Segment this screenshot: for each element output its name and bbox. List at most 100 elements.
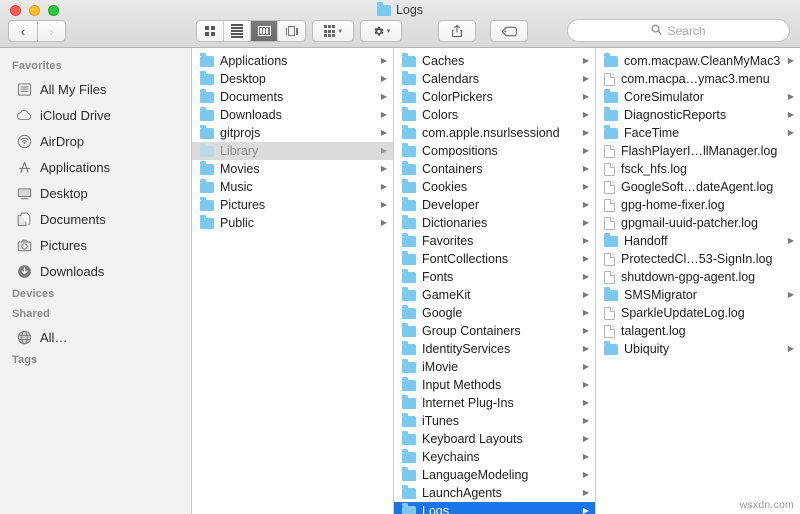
action-menu[interactable]: ▾ <box>360 20 402 42</box>
column-row[interactable]: FaceTime ▶ <box>596 124 800 142</box>
disclosure-arrow-icon: ▶ <box>582 272 589 281</box>
action-button[interactable]: ▾ <box>361 21 401 41</box>
column-row[interactable]: Google ▶ <box>394 304 595 322</box>
column-row[interactable]: Music ▶ <box>192 178 393 196</box>
column-row[interactable]: Group Containers ▶ <box>394 322 595 340</box>
column-row[interactable]: IdentityServices ▶ <box>394 340 595 358</box>
item-label: Caches <box>422 54 465 68</box>
item-label: Logs <box>422 504 450 514</box>
tag-button[interactable] <box>491 21 527 41</box>
sidebar-item-documents[interactable]: Documents <box>0 206 191 232</box>
column-row[interactable]: FlashPlayerI…llManager.log <box>596 142 800 160</box>
column-row[interactable]: Compositions ▶ <box>394 142 595 160</box>
sidebar-item-airdrop[interactable]: AirDrop <box>0 128 191 154</box>
column-row[interactable]: SparkleUpdateLog.log <box>596 304 800 322</box>
list-view-button[interactable] <box>224 21 251 41</box>
back-button[interactable]: ‹ <box>8 20 37 42</box>
column-view-button[interactable] <box>251 21 278 41</box>
sidebar-item-desktop[interactable]: Desktop <box>0 180 191 206</box>
arrange-button[interactable]: ▾ <box>313 21 353 41</box>
column-row[interactable]: Dictionaries ▶ <box>394 214 595 232</box>
column-row[interactable]: CoreSimulator ▶ <box>596 88 800 106</box>
column-row[interactable]: com.apple.nsurlsessiond ▶ <box>394 124 595 142</box>
column-row[interactable]: iMovie ▶ <box>394 358 595 376</box>
column-row[interactable]: GameKit ▶ <box>394 286 595 304</box>
column-row[interactable]: Containers ▶ <box>394 160 595 178</box>
column-row[interactable]: GoogleSoft…dateAgent.log <box>596 178 800 196</box>
column-row[interactable]: Calendars ▶ <box>394 70 595 88</box>
column-row[interactable]: Caches ▶ <box>394 52 595 70</box>
column-row[interactable]: Keyboard Layouts ▶ <box>394 430 595 448</box>
forward-button[interactable]: › <box>37 20 66 42</box>
tag-menu[interactable] <box>490 20 528 42</box>
search-field[interactable]: Search <box>567 19 790 42</box>
column-row[interactable]: shutdown-gpg-agent.log <box>596 268 800 286</box>
sidebar-item-pictures[interactable]: Pictures <box>0 232 191 258</box>
column-row[interactable]: iTunes ▶ <box>394 412 595 430</box>
column-row[interactable]: Logs ▶ <box>394 502 595 514</box>
column-library: Caches ▶ Calendars ▶ ColorPickers ▶ Colors ▶ com… <box>394 48 596 514</box>
column-row[interactable]: Applications ▶ <box>192 52 393 70</box>
sidebar-item-applications[interactable]: Applications <box>0 154 191 180</box>
folder-icon <box>200 143 214 157</box>
column-row[interactable]: Movies ▶ <box>192 160 393 178</box>
disclosure-arrow-icon: ▶ <box>380 146 387 155</box>
column-row[interactable]: talagent.log <box>596 322 800 340</box>
column-row[interactable]: gpg-home-fixer.log <box>596 196 800 214</box>
arrange-menu[interactable]: ▾ <box>312 20 354 42</box>
column-row[interactable]: Downloads ▶ <box>192 106 393 124</box>
column-row[interactable]: Developer ▶ <box>394 196 595 214</box>
sidebar-item-label: iCloud Drive <box>40 107 111 123</box>
disclosure-arrow-icon: ▶ <box>380 110 387 119</box>
view-switcher <box>196 20 306 42</box>
column-row[interactable]: SMSMigrator ▶ <box>596 286 800 304</box>
column-row[interactable]: gpgmail-uuid-patcher.log <box>596 214 800 232</box>
all-my-files-icon <box>16 81 32 97</box>
document-icon <box>604 252 615 266</box>
sidebar-item-all[interactable]: All… <box>0 324 191 350</box>
column-row[interactable]: Favorites ▶ <box>394 232 595 250</box>
column-row[interactable]: com.macpaw.CleanMyMac3 ▶ <box>596 52 800 70</box>
item-label: Pictures <box>220 198 266 212</box>
column-row[interactable]: Public ▶ <box>192 214 393 232</box>
column-row[interactable]: gitprojs ▶ <box>192 124 393 142</box>
folder-icon <box>402 215 416 229</box>
column-row[interactable]: ColorPickers ▶ <box>394 88 595 106</box>
column-row[interactable]: fsck_hfs.log <box>596 160 800 178</box>
column-row[interactable]: Documents ▶ <box>192 88 393 106</box>
column-row[interactable]: ProtectedCl…53-SignIn.log <box>596 250 800 268</box>
column-row[interactable]: Ubiquity ▶ <box>596 340 800 358</box>
column-row[interactable]: Colors ▶ <box>394 106 595 124</box>
folder-icon <box>402 143 416 157</box>
column-row[interactable]: Library ▶ <box>192 142 393 160</box>
share-button[interactable] <box>439 21 475 41</box>
share-menu[interactable] <box>438 20 476 42</box>
folder-icon <box>402 359 416 373</box>
column-row[interactable]: DiagnosticReports ▶ <box>596 106 800 124</box>
column-row[interactable]: LaunchAgents ▶ <box>394 484 595 502</box>
navigation-buttons: ‹ › <box>8 20 66 42</box>
column-row[interactable]: Keychains ▶ <box>394 448 595 466</box>
folder-icon <box>604 53 618 67</box>
item-label: SMSMigrator <box>624 288 697 302</box>
column-row[interactable]: Handoff ▶ <box>596 232 800 250</box>
disclosure-arrow-icon: ▶ <box>787 92 794 101</box>
gallery-view-button[interactable] <box>278 21 305 41</box>
column-row[interactable]: Internet Plug-Ins ▶ <box>394 394 595 412</box>
folder-icon <box>402 269 416 283</box>
column-row[interactable]: com.macpa…ymac3.menu <box>596 70 800 88</box>
folder-icon <box>376 2 391 16</box>
column-row[interactable]: Desktop ▶ <box>192 70 393 88</box>
sidebar-item-downloads[interactable]: Downloads <box>0 258 191 284</box>
column-row[interactable]: Pictures ▶ <box>192 196 393 214</box>
column-row[interactable]: Cookies ▶ <box>394 178 595 196</box>
column-row[interactable]: LanguageModeling ▶ <box>394 466 595 484</box>
item-label: IdentityServices <box>422 342 511 356</box>
column-row[interactable]: Fonts ▶ <box>394 268 595 286</box>
sidebar-section-header: Devices <box>12 288 55 300</box>
sidebar-item-all-my-files[interactable]: All My Files <box>0 76 191 102</box>
column-row[interactable]: FontCollections ▶ <box>394 250 595 268</box>
sidebar-item-icloud-drive[interactable]: iCloud Drive <box>0 102 191 128</box>
icon-view-button[interactable] <box>197 21 224 41</box>
column-row[interactable]: Input Methods ▶ <box>394 376 595 394</box>
